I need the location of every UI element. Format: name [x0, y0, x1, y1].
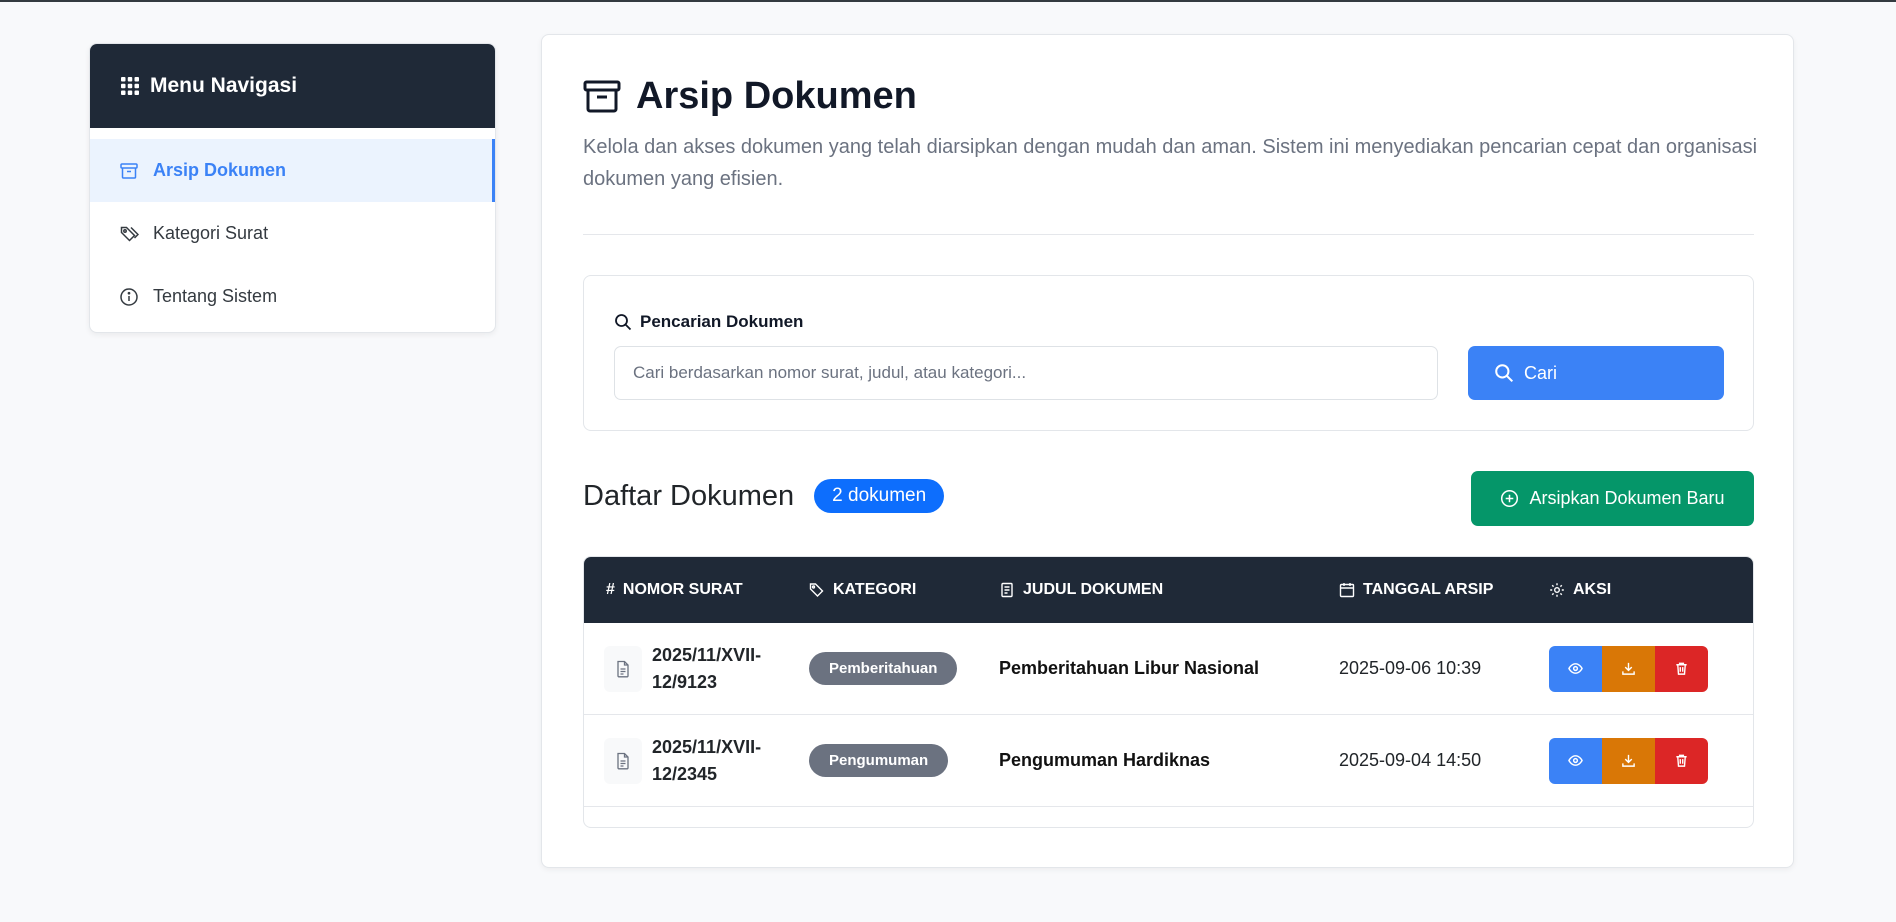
search-label: Pencarian Dokumen	[614, 312, 803, 332]
document-number: 2025/11/XVII-12/2345	[652, 736, 762, 784]
column-kategori: KATEGORI	[809, 581, 999, 599]
count-badge: 2 dokumen	[814, 479, 945, 513]
column-label: TANGGAL ARSIP	[1363, 581, 1494, 598]
document-title: Pengumuman Hardiknas	[999, 750, 1211, 770]
search-icon	[1495, 364, 1514, 383]
column-label: KATEGORI	[833, 581, 917, 598]
column-tanggal-arsip: TANGGAL ARSIP	[1339, 581, 1549, 599]
archive-date: 2025-09-04 14:50	[1339, 750, 1482, 770]
cell-aksi	[1549, 645, 1749, 692]
add-document-label: Arsipkan Dokumen Baru	[1529, 488, 1725, 508]
search-card: Pencarian Dokumen Cari	[583, 275, 1754, 431]
sidebar-item-label: Tentang Sistem	[153, 286, 278, 306]
info-icon	[120, 287, 138, 306]
column-judul-dokumen: JUDUL DOKUMEN	[999, 581, 1339, 599]
cell-tanggal: 2025-09-06 10:39	[1339, 658, 1549, 679]
gear-icon	[1550, 583, 1564, 597]
page-description: Kelola dan akses dokumen yang telah diar…	[583, 136, 1758, 190]
delete-button[interactable]	[1655, 645, 1708, 692]
column-nomor-surat: # NOMOR SURAT	[584, 581, 809, 599]
sidebar-header: Menu Navigasi	[90, 44, 495, 128]
list-title: Daftar Dokumen	[583, 479, 795, 512]
sidebar-item-tentang-sistem[interactable]: Tentang Sistem	[90, 265, 495, 328]
list-header: Daftar Dokumen 2 dokumen	[583, 479, 945, 513]
cell-tanggal: 2025-09-04 14:50	[1339, 750, 1549, 771]
file-icon	[604, 737, 642, 784]
tags-icon	[120, 226, 139, 242]
trash-icon	[1676, 662, 1687, 675]
table-header: # NOMOR SURAT KATEGORI JUDUL DOKUMEN TAN…	[584, 557, 1753, 623]
page-title: Arsip Dokumen	[582, 75, 917, 118]
main-card: Arsip Dokumen Kelola dan akses dokumen y…	[541, 34, 1794, 868]
eye-icon	[1568, 755, 1583, 766]
document-number: 2025/11/XVII-12/9123	[652, 644, 762, 692]
archive-date: 2025-09-06 10:39	[1339, 658, 1482, 678]
trash-icon	[1676, 754, 1687, 767]
table-row: 2025/11/XVII-12/2345 Pengumuman Pengumum…	[584, 715, 1753, 807]
cell-nomor: 2025/11/XVII-12/9123	[584, 642, 809, 696]
search-button-label: Cari	[1524, 362, 1558, 383]
column-label: AKSI	[1573, 581, 1612, 598]
column-label: JUDUL DOKUMEN	[1023, 581, 1164, 598]
view-button[interactable]	[1549, 645, 1602, 692]
search-button[interactable]: Cari	[1468, 346, 1724, 400]
file-icon	[604, 645, 642, 692]
download-button[interactable]	[1602, 737, 1655, 784]
search-input[interactable]	[614, 346, 1438, 400]
cell-nomor: 2025/11/XVII-12/2345	[584, 734, 809, 788]
sidebar: Menu Navigasi Arsip Dokumen Kategori Sur…	[89, 43, 496, 333]
download-button[interactable]	[1602, 645, 1655, 692]
search-label-text: Pencarian Dokumen	[640, 312, 804, 331]
document-icon	[1001, 582, 1013, 598]
column-label: NOMOR SURAT	[622, 581, 743, 598]
document-title: Pemberitahuan Libur Nasional	[999, 658, 1260, 678]
cell-kategori: Pengumuman	[809, 744, 999, 777]
sidebar-menu: Arsip Dokumen Kategori Surat Tentang Sis…	[90, 128, 495, 332]
download-icon	[1622, 754, 1635, 767]
category-badge: Pemberitahuan	[809, 652, 958, 685]
sidebar-item-kategori-surat[interactable]: Kategori Surat	[90, 202, 495, 265]
hash-icon: #	[606, 581, 615, 598]
documents-table: # NOMOR SURAT KATEGORI JUDUL DOKUMEN TAN…	[583, 556, 1754, 828]
plus-circle-icon	[1501, 489, 1519, 508]
category-badge: Pengumuman	[809, 744, 949, 777]
sidebar-item-arsip-dokumen[interactable]: Arsip Dokumen	[90, 139, 495, 202]
table-row: 2025/11/XVII-12/9123 Pemberitahuan Pembe…	[584, 623, 1753, 715]
add-document-button[interactable]: Arsipkan Dokumen Baru	[1471, 471, 1754, 526]
grid-icon	[121, 77, 139, 95]
cell-judul: Pengumuman Hardiknas	[999, 750, 1339, 771]
calendar-icon	[1339, 583, 1355, 598]
archive-icon	[583, 80, 621, 112]
column-aksi: AKSI	[1549, 581, 1749, 599]
sidebar-item-label: Kategori Surat	[153, 223, 269, 243]
page-title-text: Arsip Dokumen	[636, 75, 917, 117]
view-button[interactable]	[1549, 737, 1602, 784]
cell-kategori: Pemberitahuan	[809, 652, 999, 685]
cell-judul: Pemberitahuan Libur Nasional	[999, 658, 1339, 679]
download-icon	[1622, 662, 1635, 675]
delete-button[interactable]	[1655, 737, 1708, 784]
tag-icon	[809, 583, 824, 597]
cell-aksi	[1549, 737, 1749, 784]
eye-icon	[1568, 663, 1583, 674]
sidebar-item-label: Arsip Dokumen	[153, 160, 287, 180]
archive-icon	[120, 162, 138, 179]
action-group	[1549, 737, 1749, 784]
sidebar-title: Menu Navigasi	[150, 74, 298, 97]
search-icon	[615, 314, 632, 331]
action-group	[1549, 645, 1749, 692]
divider	[583, 234, 1754, 235]
